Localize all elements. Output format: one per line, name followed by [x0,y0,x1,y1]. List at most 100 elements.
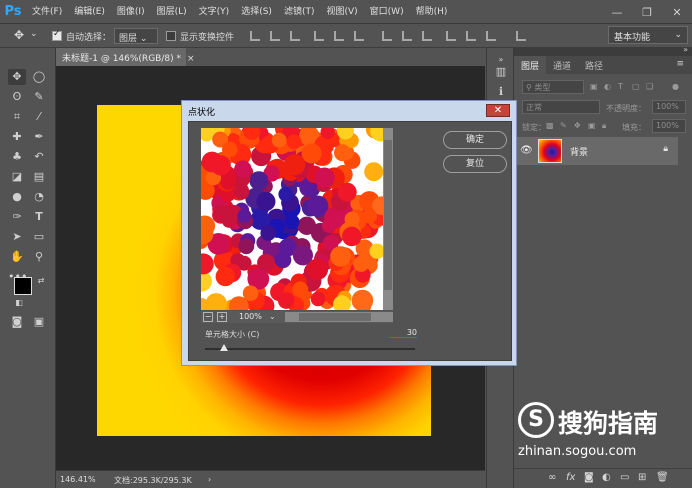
pen-tool-icon[interactable]: ✑ [8,209,26,225]
default-colors-icon[interactable]: ◧ [10,295,28,311]
tab-paths[interactable]: 路径 [578,56,610,74]
swap-colors-icon[interactable]: ⇄ [32,273,50,289]
cell-size-slider-knob[interactable] [219,344,228,351]
history-brush-tool-icon[interactable]: ↶ [30,149,48,165]
document-tab[interactable]: 未标题-1 @ 146%(RGB/8) * × [56,48,195,66]
zoom-status[interactable]: 146.41% [60,475,96,484]
show-transform-checkbox[interactable] [166,31,176,41]
distribute-hcenter-icon[interactable] [466,31,476,41]
distribute-left-icon[interactable] [446,31,456,41]
marquee-tool-icon[interactable]: ◯ [30,69,48,85]
menu-edit[interactable]: 编辑(E) [68,0,111,24]
move-tool-icon[interactable]: ✥ [8,69,26,85]
properties-panel-icon[interactable]: ℹ [494,86,508,98]
auto-select-checkbox[interactable] [52,29,62,41]
filter-shape-icon[interactable]: ▢ [632,82,640,91]
close-tab-icon[interactable]: × [187,54,195,64]
zoom-dropdown-icon[interactable]: ⌄ [269,312,276,321]
maximize-icon[interactable]: ❐ [632,0,662,24]
hand-tool-icon[interactable]: ✋ [8,249,26,265]
tool-preset-chevron-icon[interactable]: ⌄ [30,29,38,39]
menu-view[interactable]: 视图(V) [320,0,363,24]
reset-button[interactable]: 复位 [443,155,507,173]
preview-horizontal-scrollbar[interactable] [285,312,393,322]
distribute-bottom-icon[interactable] [422,31,432,41]
fill-input[interactable]: 100% [652,119,686,133]
history-panel-icon[interactable]: ▥ [494,66,508,78]
menu-image[interactable]: 图像(I) [111,0,151,24]
path-select-tool-icon[interactable]: ➤ [8,229,26,245]
lock-pixels-icon[interactable]: ✎ [560,121,567,130]
collapse-icon[interactable]: » [683,45,688,54]
workspace-select[interactable]: 基本功能 ⌄ [608,26,688,44]
blend-mode-select[interactable]: 正常 [522,100,600,114]
brush-tool-icon[interactable]: ✒ [30,129,48,145]
menu-help[interactable]: 帮助(H) [410,0,454,24]
preview-vscroll-thumb[interactable] [384,140,392,290]
status-menu-arrow-icon[interactable]: › [208,475,211,484]
align-right-icon[interactable] [354,31,364,41]
lock-transparency-icon[interactable]: ▩ [546,121,554,130]
panel-menu-icon[interactable]: ≡ [668,56,692,74]
close-dialog-icon[interactable]: ✕ [486,104,510,117]
lock-position-icon[interactable]: ✥ [574,121,581,130]
menu-file[interactable]: 文件(F) [26,0,68,24]
preview-vertical-scrollbar[interactable] [383,128,393,310]
eyedropper-tool-icon[interactable]: ⁄ [30,109,48,125]
add-mask-icon[interactable]: ◙ [584,472,594,483]
zoom-in-icon[interactable]: + [217,312,227,322]
tab-layers[interactable]: 图层 [514,56,547,74]
crop-tool-icon[interactable]: ⌗ [8,109,26,125]
lasso-tool-icon[interactable]: ʘ [8,89,26,105]
quick-select-tool-icon[interactable]: ✎ [30,89,48,105]
gradient-tool-icon[interactable]: ▤ [30,169,48,185]
eraser-tool-icon[interactable]: ◪ [8,169,26,185]
align-left-icon[interactable] [314,31,324,41]
menu-type[interactable]: 文字(Y) [193,0,236,24]
delete-layer-icon[interactable]: 🗑︎ [656,472,669,483]
menu-layer[interactable]: 图层(L) [151,0,193,24]
align-hcenter-icon[interactable] [334,31,344,41]
opacity-input[interactable]: 100% [652,100,686,114]
filter-preview[interactable] [201,128,383,310]
auto-select-target-select[interactable]: 图层 ⌄ [114,28,158,44]
menu-filter[interactable]: 滤镜(T) [278,0,321,24]
lock-icon[interactable]: 🔒︎ [663,144,668,154]
ok-button[interactable]: 确定 [443,131,507,149]
distribute-vcenter-icon[interactable] [402,31,412,41]
layer-row[interactable]: 👁︎ 背景 🔒︎ [514,137,678,165]
new-group-icon[interactable]: ▭ [620,472,629,483]
dodge-tool-icon[interactable]: ◔ [30,189,48,205]
type-tool-icon[interactable]: T [30,209,48,225]
layer-filter-select[interactable]: ⚲ 类型 [522,80,584,94]
zoom-tool-icon[interactable]: ⚲ [30,249,48,265]
distribute-top-icon[interactable] [382,31,392,41]
healing-brush-tool-icon[interactable]: ✚ [8,129,26,145]
auto-align-icon[interactable] [516,31,526,41]
foreground-color-swatch[interactable] [14,277,32,295]
menu-select[interactable]: 选择(S) [235,0,278,24]
zoom-out-icon[interactable]: − [203,312,213,322]
panel-collapse-bar[interactable]: » [514,45,692,56]
layer-style-icon[interactable]: fx [566,472,575,483]
filter-pixel-icon[interactable]: ▣ [590,82,598,91]
quick-mask-icon[interactable]: ◙ [8,314,26,330]
filter-smart-icon[interactable]: ❏ [646,82,653,91]
close-window-icon[interactable]: ✕ [662,0,692,24]
eye-icon[interactable]: 👁︎ [520,145,533,156]
preview-hscroll-thumb[interactable] [299,313,371,321]
align-vcenter-icon[interactable] [270,31,280,41]
distribute-right-icon[interactable] [486,31,496,41]
new-layer-icon[interactable]: ⊞ [638,472,646,483]
link-layers-icon[interactable]: ∞ [548,472,556,483]
filter-type-icon[interactable]: T [618,82,623,91]
lock-artboard-icon[interactable]: ▣ [588,121,596,130]
screen-mode-icon[interactable]: ▣ [30,314,48,330]
minimize-icon[interactable]: — [602,0,632,24]
adjustment-layer-icon[interactable]: ◐ [602,472,611,483]
shape-tool-icon[interactable]: ▭ [30,229,48,245]
blur-tool-icon[interactable]: ● [8,189,26,205]
tab-channels[interactable]: 通道 [546,56,578,74]
filter-toggle-icon[interactable]: ● [672,82,679,91]
filter-adjust-icon[interactable]: ◐ [604,82,611,91]
